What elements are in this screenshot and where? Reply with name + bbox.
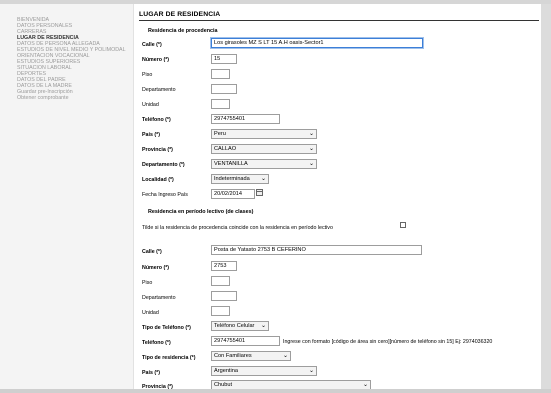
tipo-telefono-label: Tipo de Teléfono (*)	[142, 325, 191, 331]
calle-input[interactable]: Los girasoles MZ S LT 15 A.H oasis-Secto…	[211, 38, 423, 48]
calendar-icon[interactable]	[256, 189, 263, 196]
telefono-format-hint: Ingrese con formato [código de área sin …	[283, 339, 493, 345]
localidad-label: Localidad (*)	[142, 177, 174, 183]
fecha-ingreso-label: Fecha Ingreso País	[142, 192, 188, 198]
lectivo-pais-label: País (*)	[142, 370, 160, 376]
unidad-label: Unidad	[142, 102, 159, 108]
numero-label: Número (*)	[142, 57, 170, 63]
departamento-select-value: VENTANILLA	[214, 161, 248, 167]
chevron-down-icon: ⌄	[260, 176, 266, 182]
lectivo-numero-input[interactable]: 2753	[211, 261, 237, 271]
lectivo-calle-input[interactable]: Posta de Yatasto 2753 B CEFERINO	[211, 245, 422, 255]
tipo-residencia-select[interactable]: Con Familiares ⌄	[211, 351, 291, 361]
piso-input[interactable]	[211, 69, 230, 79]
unidad-input[interactable]	[211, 99, 230, 109]
lectivo-pais-select-value: Argentina	[214, 368, 238, 374]
tipo-telefono-select-value: Teléfono Celular	[214, 323, 255, 329]
right-gutter	[541, 4, 551, 393]
window-bottom-strip	[0, 389, 551, 393]
chevron-down-icon: ⌄	[362, 382, 368, 388]
coincide-checkbox[interactable]	[400, 222, 406, 228]
localidad-select[interactable]: Indeterminada ⌄	[211, 174, 269, 184]
departamento-select[interactable]: VENTANILLA ⌄	[211, 159, 317, 169]
title-divider	[139, 20, 539, 21]
chevron-down-icon: ⌄	[308, 131, 314, 137]
lectivo-unidad-label: Unidad	[142, 310, 159, 316]
lectivo-telefono-label: Teléfono (*)	[142, 340, 171, 346]
tipo-telefono-select[interactable]: Teléfono Celular ⌄	[211, 321, 269, 331]
lectivo-pais-select[interactable]: Argentina ⌄	[211, 366, 317, 376]
telefono-input[interactable]: 2974755401	[211, 114, 280, 124]
lectivo-departamento-label: Departamento	[142, 295, 176, 301]
localidad-select-value: Indeterminada	[214, 176, 250, 182]
sidebar-item-comprobante[interactable]: Obtener comprobante	[17, 95, 69, 101]
lectivo-calle-label: Calle (*)	[142, 249, 162, 255]
tipo-residencia-select-value: Con Familiares	[214, 353, 252, 359]
departamento-input[interactable]	[211, 84, 237, 94]
page-title: LUGAR DE RESIDENCIA	[139, 11, 221, 18]
section-heading-procedencia: Residencia de procedencia	[148, 28, 218, 34]
provincia-select-value: CALLAO	[214, 146, 237, 152]
lectivo-provincia-select-value: Chubut	[214, 382, 233, 388]
lectivo-departamento-input[interactable]	[211, 291, 237, 301]
provincia-select[interactable]: CALLAO ⌄	[211, 144, 317, 154]
chevron-down-icon: ⌄	[308, 161, 314, 167]
lectivo-unidad-input[interactable]	[211, 306, 230, 316]
chevron-down-icon: ⌄	[308, 146, 314, 152]
telefono-label: Teléfono (*)	[142, 117, 171, 123]
piso-label: Piso	[142, 72, 153, 78]
chevron-down-icon: ⌄	[282, 353, 288, 359]
calle-label: Calle (*)	[142, 42, 162, 48]
provincia-label: Provincia (*)	[142, 147, 173, 153]
departamento-select-label: Departamento (*)	[142, 162, 185, 168]
numero-input[interactable]: 15	[211, 54, 237, 64]
pais-select[interactable]: Peru ⌄	[211, 129, 317, 139]
coincide-checkbox-label: Tilde si la residencia de procedencia co…	[142, 225, 333, 231]
main-content	[134, 4, 551, 393]
chevron-down-icon: ⌄	[260, 323, 266, 329]
pais-select-value: Peru	[214, 131, 226, 137]
tipo-residencia-label: Tipo de residencia (*)	[142, 355, 196, 361]
lectivo-piso-input[interactable]	[211, 276, 230, 286]
pais-label: País (*)	[142, 132, 160, 138]
lectivo-telefono-input[interactable]: 2974755401	[211, 336, 280, 346]
section-heading-lectivo: Residencia en período lectivo (de clases…	[148, 209, 254, 215]
lectivo-numero-label: Número (*)	[142, 265, 170, 271]
fecha-ingreso-input[interactable]: 20/02/2014	[211, 189, 255, 199]
chevron-down-icon: ⌄	[308, 368, 314, 374]
lectivo-piso-label: Piso	[142, 280, 153, 286]
departamento-label: Departamento	[142, 87, 176, 93]
